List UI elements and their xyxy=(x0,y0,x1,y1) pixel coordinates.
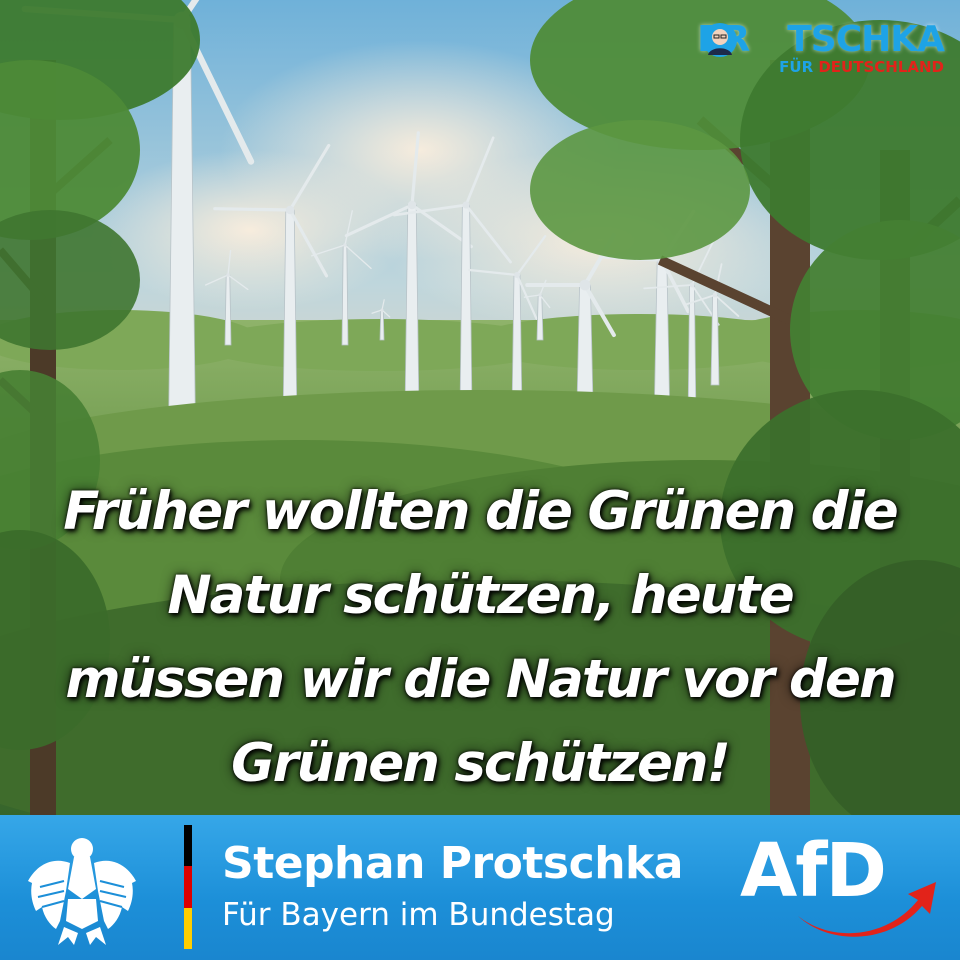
german-flag-icon xyxy=(184,825,192,949)
turbine-hub xyxy=(285,205,295,215)
turbine-tower xyxy=(341,244,349,346)
slogan-line-3: müssen wir die Natur vor den xyxy=(65,649,896,710)
turbine-tower xyxy=(536,294,544,341)
turbine-hub xyxy=(343,243,347,247)
slogan-line-2: Natur schützen, heute xyxy=(167,565,794,626)
federal-eagle-icon xyxy=(28,838,136,945)
brand-title-right: TSCHKA xyxy=(787,19,945,60)
turbine-blade xyxy=(213,207,292,212)
turbine-hub xyxy=(380,308,384,312)
red-arrow-swoosh-icon xyxy=(798,882,936,937)
brand-subtitle: FÜR DEUTSCHLAND xyxy=(779,58,944,76)
slogan-line-4: Grünen schützen! xyxy=(231,733,731,794)
flag-stripe-gold xyxy=(184,907,192,949)
social-post-graphic: PRTSCHKA FÜR DEUTSCHLAND Früher wollten … xyxy=(0,0,960,960)
politician-name: Stephan Protschka xyxy=(222,838,683,889)
turbine-tower xyxy=(379,309,385,341)
turbine-tower xyxy=(710,294,720,386)
flag-stripe-red xyxy=(184,866,192,908)
turbine-tower xyxy=(459,204,473,413)
turbine-hub xyxy=(579,279,591,291)
turbine-tower xyxy=(224,274,232,346)
flag-stripe-black xyxy=(184,825,192,867)
turbine-hub xyxy=(712,292,718,298)
turbine-hub xyxy=(462,201,470,209)
turbine-hub xyxy=(407,200,417,210)
brand-subtitle-fuer: FÜR xyxy=(779,58,819,76)
brand-logo: PRTSCHKA FÜR DEUTSCHLAND xyxy=(664,18,945,80)
slogan-line-1: Früher wollten die Grünen die xyxy=(63,481,898,542)
turbine-hub xyxy=(538,293,542,297)
turbine-tower xyxy=(404,204,420,413)
turbine-hub xyxy=(689,282,695,288)
politician-role: Für Bayern im Bundestag xyxy=(222,897,615,933)
turbine-hub xyxy=(514,272,520,278)
slogan: Früher wollten die Grünen die Natur schü… xyxy=(40,470,920,806)
portrait-face-icon xyxy=(703,23,737,57)
turbine-hub xyxy=(226,273,230,277)
brand-subtitle-deutschland: DEUTSCHLAND xyxy=(818,58,944,76)
turbine-tower xyxy=(282,209,298,426)
